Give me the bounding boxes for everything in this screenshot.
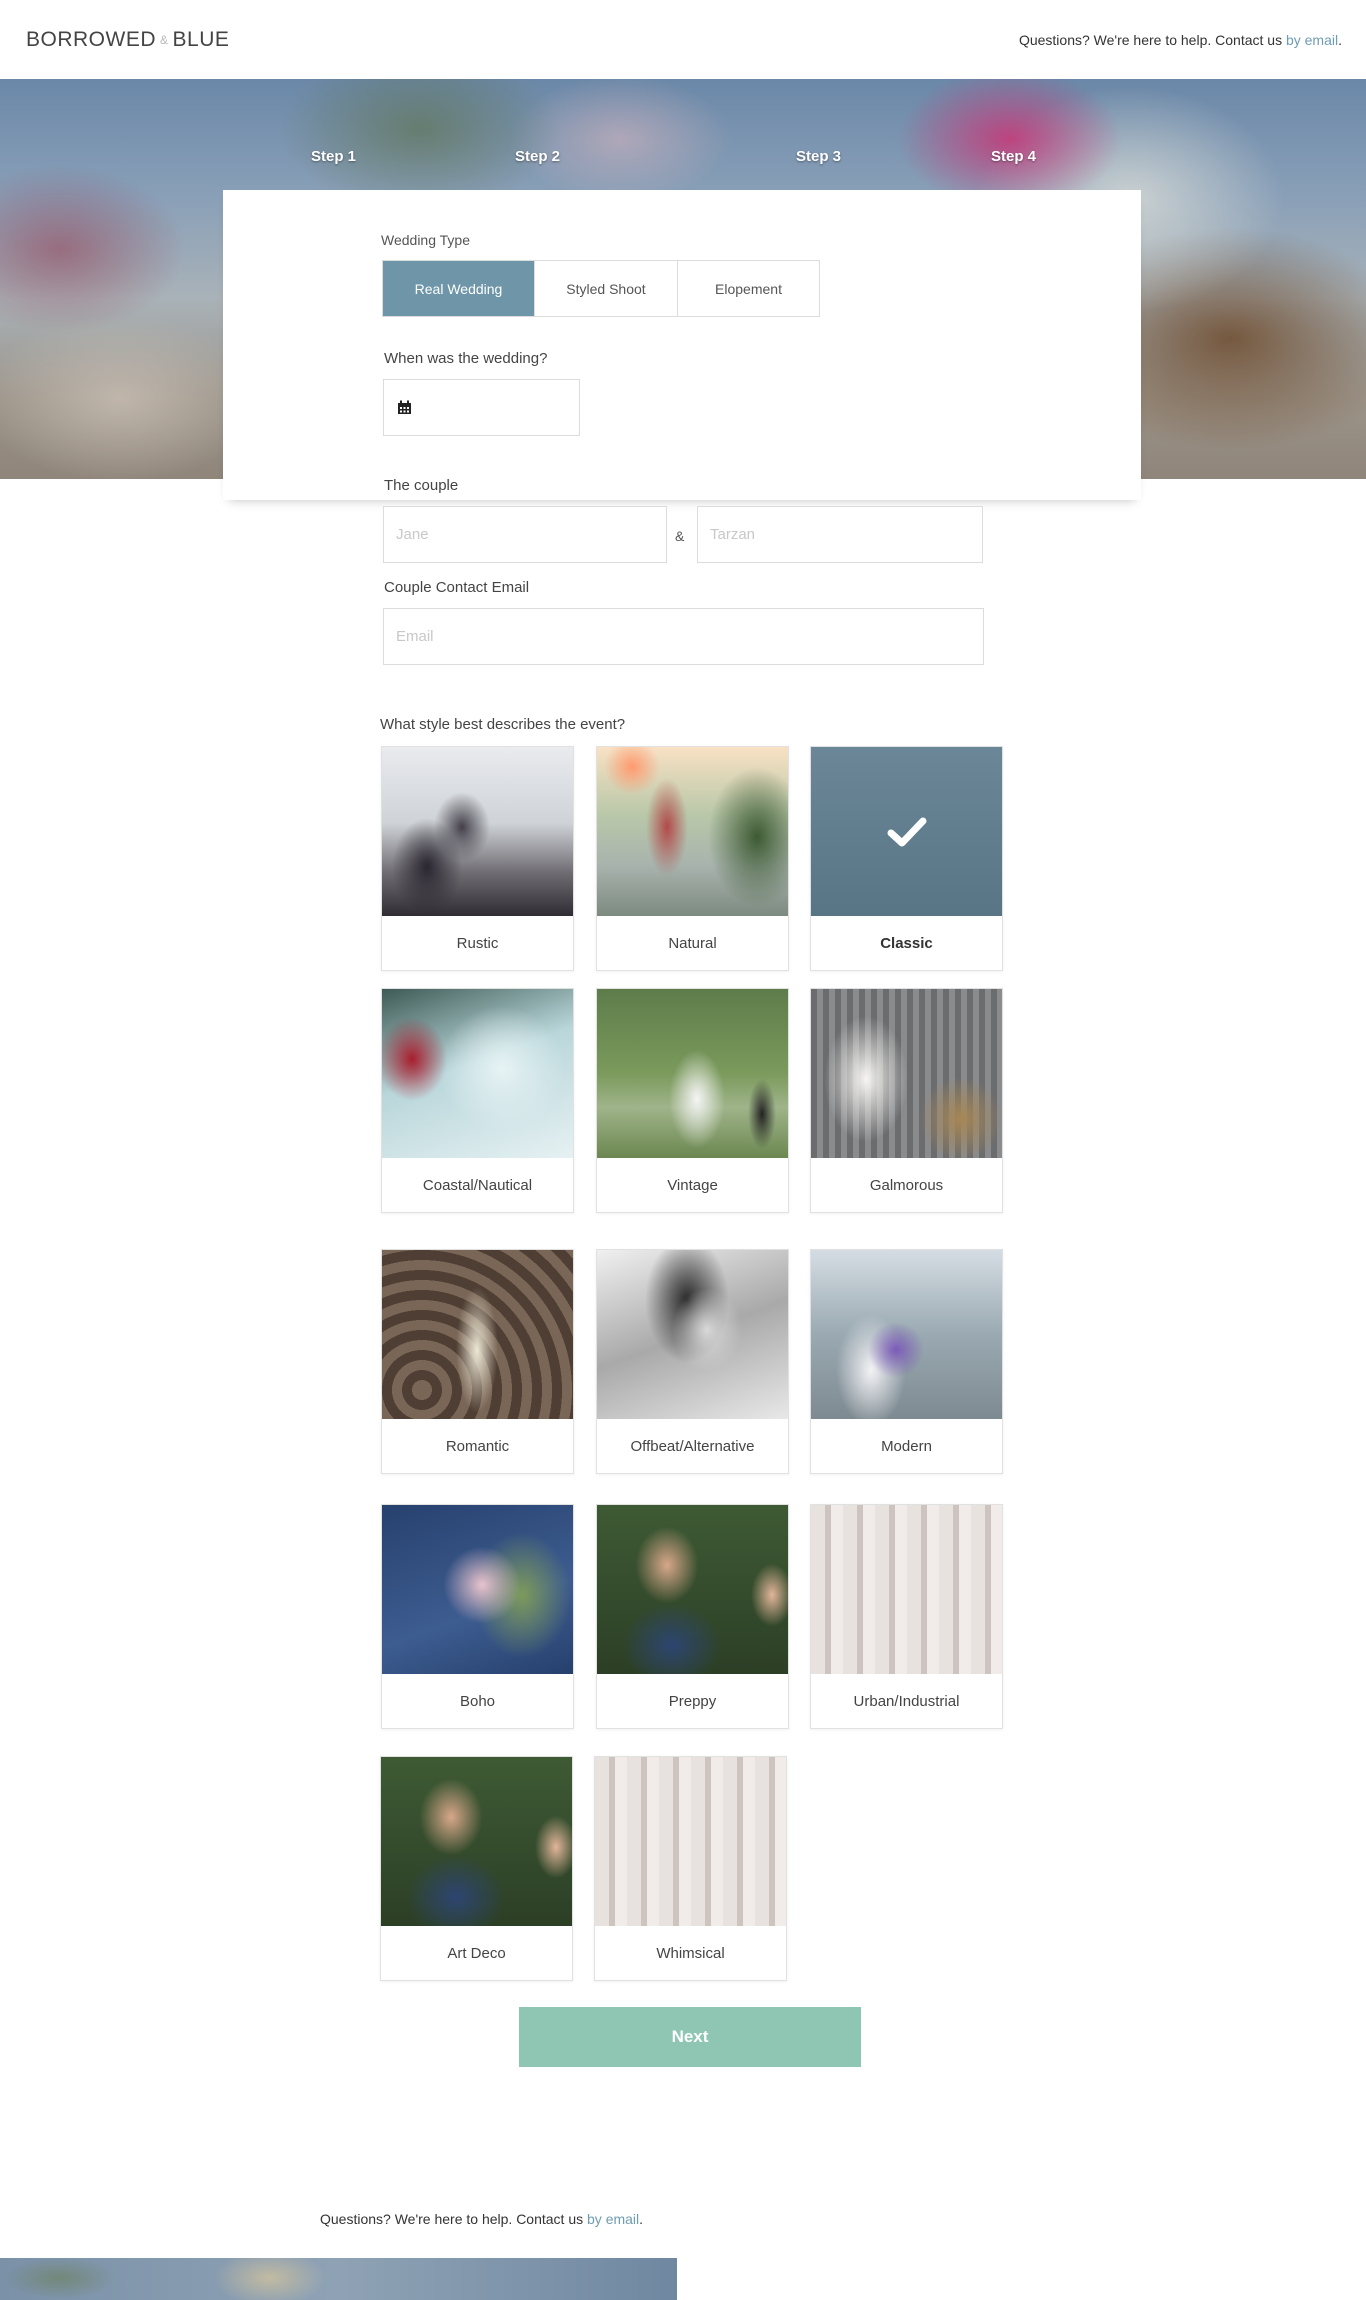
art-deco-photo bbox=[381, 1757, 572, 1926]
boho-photo bbox=[382, 1505, 573, 1674]
coastal-photo bbox=[382, 989, 573, 1158]
style-name: Classic bbox=[880, 934, 933, 952]
style-name: Vintage bbox=[667, 1176, 718, 1194]
style-tile-offbeat-alternative[interactable]: Offbeat/Alternative bbox=[596, 1249, 789, 1474]
footer-help-period: . bbox=[639, 2211, 644, 2227]
style-name: Art Deco bbox=[447, 1944, 506, 1962]
style-name: Preppy bbox=[668, 1692, 717, 1710]
style-question-label: What style best describes the event? bbox=[380, 716, 626, 733]
preppy-photo bbox=[597, 1505, 788, 1674]
style-name: Romantic bbox=[445, 1437, 510, 1455]
logo-ampersand: & bbox=[160, 33, 169, 48]
modern-photo bbox=[811, 1250, 1002, 1419]
style-name: Natural bbox=[668, 934, 717, 952]
footer-email-link[interactable]: by email bbox=[587, 2211, 639, 2227]
logo-word-blue: BLUE bbox=[172, 28, 230, 51]
style-tile-preppy[interactable]: Preppy bbox=[596, 1504, 789, 1729]
step-1-label[interactable]: Step 1 bbox=[311, 148, 356, 165]
calendar-icon bbox=[398, 400, 411, 414]
header-help-text: Questions? We're here to help. Contact u… bbox=[1019, 32, 1342, 48]
style-name: Rustic bbox=[456, 934, 499, 952]
logo[interactable]: BORROWED & BLUE bbox=[26, 28, 229, 52]
style-tile-modern[interactable]: Modern bbox=[810, 1249, 1003, 1474]
wedding-type-elopement[interactable]: Elopement bbox=[678, 261, 819, 316]
style-name: Coastal/Nautical bbox=[422, 1176, 533, 1194]
galmorous-photo bbox=[811, 989, 1002, 1158]
style-tile-natural[interactable]: Natural bbox=[596, 746, 789, 971]
step-2-label[interactable]: Step 2 bbox=[515, 148, 560, 165]
selected-overlay bbox=[811, 747, 1002, 916]
next-button[interactable]: Next bbox=[519, 2007, 861, 2067]
style-tile-boho[interactable]: Boho bbox=[381, 1504, 574, 1729]
rustic-photo bbox=[382, 747, 573, 916]
style-name: Whimsical bbox=[656, 1944, 725, 1962]
header-help-message: Questions? We're here to help. Contact u… bbox=[1018, 32, 1286, 48]
footer-hero-image bbox=[0, 2258, 677, 2300]
form-card bbox=[223, 190, 1141, 500]
style-tile-art-deco[interactable]: Art Deco bbox=[380, 1756, 573, 1981]
style-name: Boho bbox=[459, 1692, 496, 1710]
wedding-type-selector: Real Wedding Styled Shoot Elopement bbox=[382, 260, 820, 317]
style-name: Modern bbox=[881, 1437, 932, 1455]
partner1-name-input[interactable] bbox=[383, 506, 667, 563]
footer-help-text: Questions? We're here to help. Contact u… bbox=[320, 2211, 643, 2227]
style-tile-classic[interactable]: Classic bbox=[810, 746, 1003, 971]
style-tile-rustic[interactable]: Rustic bbox=[381, 746, 574, 971]
checkmark-icon bbox=[887, 817, 926, 846]
site-header: BORROWED & BLUE Questions? We're here to h… bbox=[0, 0, 1366, 79]
style-tile-coastal-nautical[interactable]: Coastal/Nautical bbox=[381, 988, 574, 1213]
couple-separator: & bbox=[675, 528, 685, 544]
couple-email-label: Couple Contact Email bbox=[384, 579, 530, 596]
logo-word-borrowed: BORROWED bbox=[26, 28, 156, 51]
style-tile-urban-industrial[interactable]: Urban/Industrial bbox=[810, 1504, 1003, 1729]
partner2-name-input[interactable] bbox=[697, 506, 983, 563]
footer-help-message: Questions? We're here to help. Contact u… bbox=[320, 2211, 588, 2227]
offbeat-photo bbox=[597, 1250, 788, 1419]
classic-photo bbox=[811, 747, 1002, 916]
urban-photo bbox=[811, 1505, 1002, 1674]
wedding-date-label: When was the wedding? bbox=[384, 350, 548, 367]
romantic-photo bbox=[382, 1250, 573, 1419]
couple-email-input[interactable] bbox=[383, 608, 984, 665]
step-4-label[interactable]: Step 4 bbox=[991, 148, 1036, 165]
style-name: Offbeat/Alternative bbox=[630, 1437, 755, 1455]
style-name: Urban/Industrial bbox=[853, 1692, 960, 1710]
header-help-period: . bbox=[1338, 32, 1342, 48]
style-name: Galmorous bbox=[869, 1176, 944, 1194]
wedding-date-field[interactable] bbox=[383, 379, 580, 436]
style-tile-whimsical[interactable]: Whimsical bbox=[594, 1756, 787, 1981]
vintage-photo bbox=[597, 989, 788, 1158]
wedding-type-label: Wedding Type bbox=[381, 232, 470, 248]
step-3-label[interactable]: Step 3 bbox=[796, 148, 841, 165]
style-tile-romantic[interactable]: Romantic bbox=[381, 1249, 574, 1474]
header-email-link[interactable]: by email bbox=[1286, 32, 1338, 48]
style-tile-galmorous[interactable]: Galmorous bbox=[810, 988, 1003, 1213]
style-tile-vintage[interactable]: Vintage bbox=[596, 988, 789, 1213]
couple-label: The couple bbox=[384, 477, 459, 494]
natural-photo bbox=[597, 747, 788, 916]
whimsical-photo bbox=[595, 1757, 786, 1926]
wedding-type-real-wedding[interactable]: Real Wedding bbox=[383, 261, 535, 316]
wedding-type-styled-shoot[interactable]: Styled Shoot bbox=[535, 261, 678, 316]
